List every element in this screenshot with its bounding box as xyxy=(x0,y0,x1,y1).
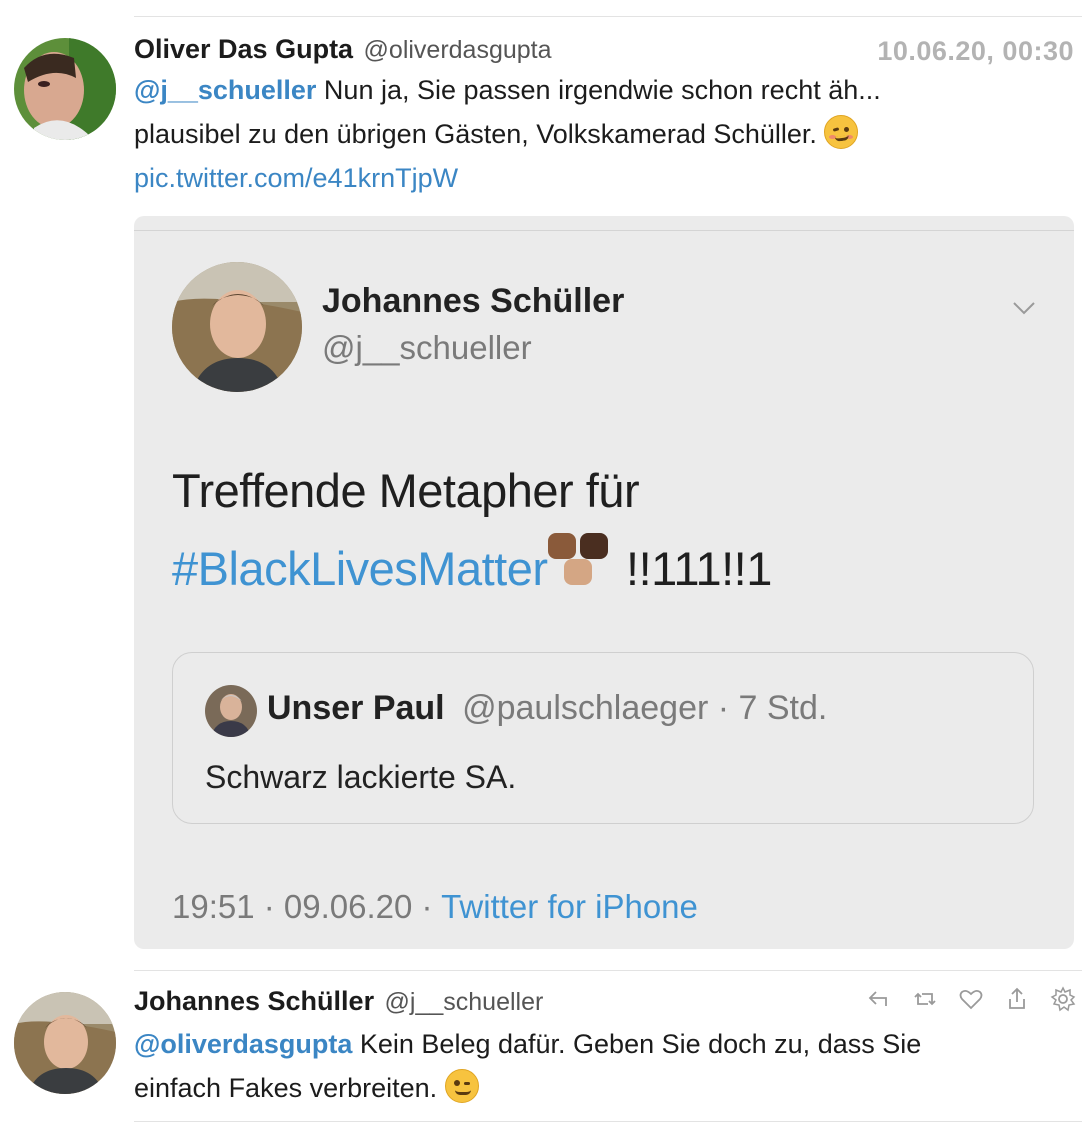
tweet-header: Johannes Schüller @j__schueller xyxy=(134,986,543,1017)
settings-icon[interactable] xyxy=(1050,986,1076,1012)
timestamp[interactable]: 10.06.20, 00:30 xyxy=(877,36,1074,67)
author-handle[interactable]: @j__schueller xyxy=(385,988,544,1016)
quote-avatar xyxy=(205,685,257,737)
winking-face-emoji-icon xyxy=(444,1069,479,1103)
embed-text-line1: Treffende Metapher für xyxy=(172,464,640,517)
avatar[interactable] xyxy=(14,38,116,140)
tweet-text-line2: einfach Fakes verbreiten. xyxy=(134,1073,438,1103)
bottom-divider xyxy=(134,1121,1082,1122)
quote-header: Unser Paul @paulschlaeger · 7 Std. xyxy=(267,689,827,728)
tweet-j-schueller: Johannes Schüller @j__schueller @oliverd… xyxy=(0,986,1082,1126)
embed-tweet-text: Treffende Metapher für #BlackLivesMatter… xyxy=(172,452,772,608)
author-name[interactable]: Oliver Das Gupta xyxy=(134,34,353,64)
chevron-down-icon xyxy=(1013,302,1035,315)
avatar[interactable] xyxy=(14,992,116,1094)
top-divider xyxy=(134,16,1082,17)
tweet-text-line1: Nun ja, Sie passen irgendwie schon recht… xyxy=(316,75,881,105)
mention-link[interactable]: @oliverdasgupta xyxy=(134,1029,352,1059)
tweet-text-line1: Kein Beleg dafür. Geben Sie doch zu, das… xyxy=(352,1029,922,1059)
tweet-text: @j__schueller Nun ja, Sie passen irgendw… xyxy=(134,68,881,200)
embed-source: Twitter for iPhone xyxy=(441,888,698,925)
quote-author-name: Unser Paul xyxy=(267,689,445,727)
author-name[interactable]: Johannes Schüller xyxy=(134,986,374,1016)
quoted-tweet: Unser Paul @paulschlaeger · 7 Std. Schwa… xyxy=(172,652,1034,824)
hashtag: #BlackLivesMatter xyxy=(172,542,548,595)
author-handle[interactable]: @oliverdasgupta xyxy=(364,36,552,64)
reply-icon[interactable] xyxy=(866,986,892,1012)
embed-footer: 19:51 · 09.06.20 · Twitter for iPhone xyxy=(172,888,698,926)
retweet-icon[interactable] xyxy=(912,986,938,1012)
tweet-actions xyxy=(866,986,1076,1012)
embed-text-suffix: !!111!!1 xyxy=(613,542,772,595)
raised-fists-icon xyxy=(547,531,614,589)
share-icon[interactable] xyxy=(1004,986,1030,1012)
embed-timestamp: 19:51 · 09.06.20 · xyxy=(172,888,442,925)
quote-text: Schwarz lackierte SA. xyxy=(205,759,517,795)
quote-handle-time: @paulschlaeger · 7 Std. xyxy=(462,689,828,727)
embed-avatar xyxy=(172,262,302,392)
tweet-divider xyxy=(134,970,1082,971)
embedded-tweet-image[interactable]: Johannes Schüller @j__schueller Treffend… xyxy=(134,216,1074,949)
mention-link[interactable]: @j__schueller xyxy=(134,75,316,105)
embed-divider xyxy=(134,230,1074,231)
embed-author-name: Johannes Schüller xyxy=(322,282,625,320)
embed-author-handle: @j__schueller xyxy=(322,329,532,366)
tweet-text: @oliverdasgupta Kein Beleg dafür. Geben … xyxy=(134,1022,921,1110)
tweet-header: Oliver Das Gupta @oliverdasgupta xyxy=(134,34,552,65)
pic-link[interactable]: pic.twitter.com/e41krnTjpW xyxy=(134,163,458,193)
like-icon[interactable] xyxy=(958,986,984,1012)
woozy-face-emoji-icon xyxy=(824,115,859,149)
tweet-text-line2: plausibel zu den übrigen Gästen, Volkska… xyxy=(134,119,817,149)
